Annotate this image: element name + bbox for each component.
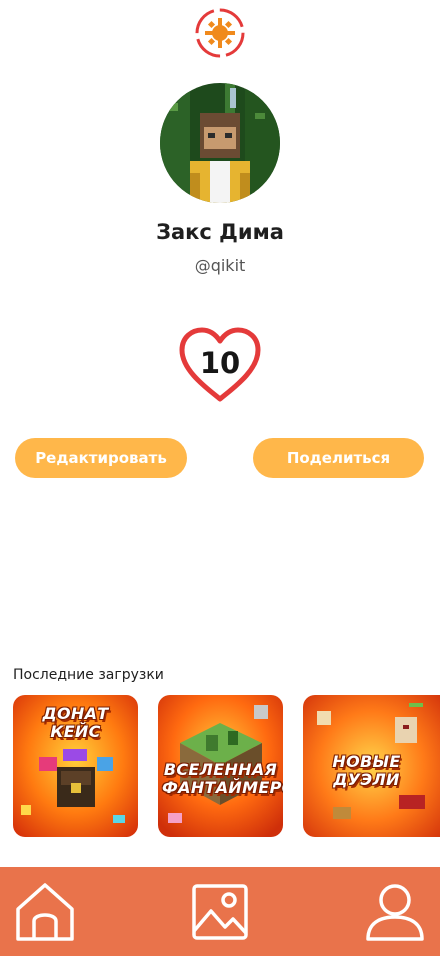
gallery-icon[interactable] [189,881,251,943]
upload-thumbnail[interactable]: НОВЫЕ ДУЭЛИ [303,695,440,837]
upload-title: ВСЕЛЕННАЯ ФАНТАЙМЕРОВ [162,760,283,797]
likes-count: 10 [199,346,241,380]
upload-thumbnail[interactable]: ДОНАТ КЕЙС [13,695,138,837]
home-icon[interactable] [14,881,76,943]
upload-title: НОВЫЕ ДУЭЛИ [332,752,401,789]
upload-thumbnail[interactable]: ВСЕЛЕННАЯ ФАНТАЙМЕРОВ [158,695,283,837]
avatar [160,83,280,203]
app-logo [194,7,246,59]
edit-profile-button[interactable]: Редактировать [15,438,187,478]
profile-name: Закс Дима [156,220,284,244]
share-button[interactable]: Поделиться [253,438,424,478]
recent-uploads-list: ДОНАТ КЕЙС ВСЕЛЕННАЯ ФАНТАЙМЕРОВ [13,695,440,837]
profile-icon[interactable] [364,881,426,943]
recent-uploads-title: Последние загрузки [13,667,164,683]
profile-handle: @qikit [194,256,246,275]
bottom-nav [0,867,440,956]
upload-title: ДОНАТ КЕЙС [42,704,109,741]
